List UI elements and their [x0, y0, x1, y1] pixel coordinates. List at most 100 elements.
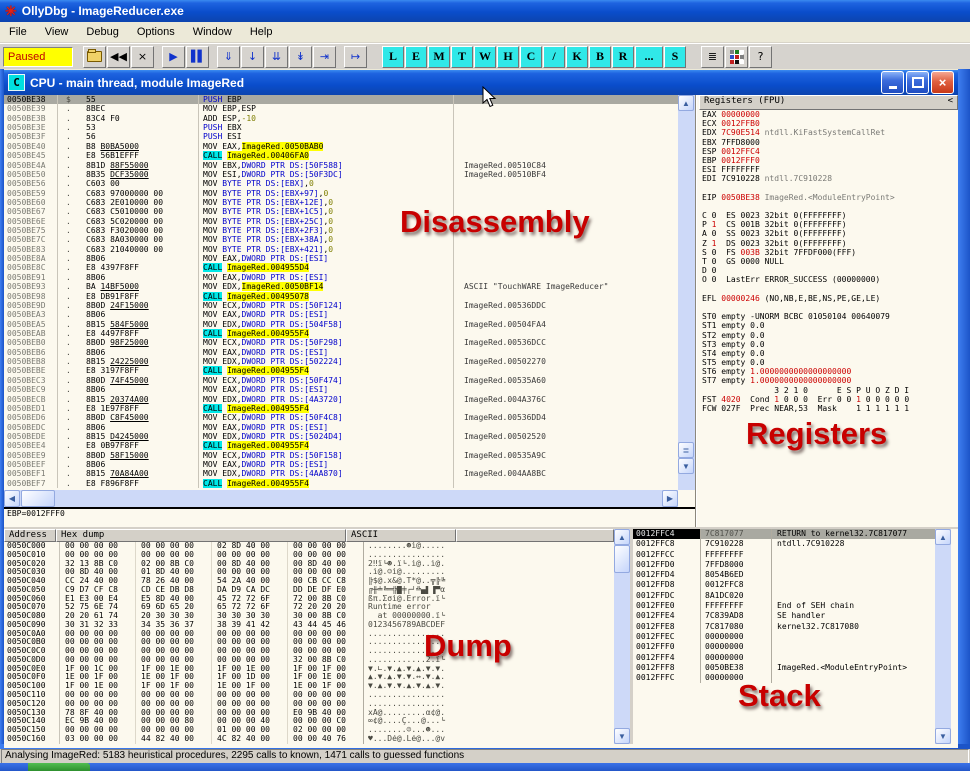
- dump-row[interactable]: 0050C09030 31 32 3334 35 36 3738 39 41 4…: [4, 621, 614, 630]
- menu-item-view[interactable]: View: [36, 24, 78, 40]
- panel-button-r[interactable]: R: [612, 46, 634, 68]
- vscroll-thumb[interactable]: [614, 545, 630, 573]
- scroll-down-icon[interactable]: ▼: [678, 458, 694, 474]
- registers-header[interactable]: Registers (FPU) <: [699, 95, 958, 110]
- hscroll-thumb[interactable]: [21, 490, 55, 507]
- disassembly-row[interactable]: 0050BE45.E8 56B1EFFFCALL ImageRed.00406F…: [4, 151, 678, 160]
- menu-item-file[interactable]: File: [0, 24, 36, 40]
- dump-vscrollbar[interactable]: ▲ ▼: [614, 529, 630, 744]
- scroll-down-icon[interactable]: ▼: [935, 728, 951, 744]
- disassembly-row[interactable]: 0050BE38$55PUSH EBP: [4, 95, 678, 104]
- menu-item-debug[interactable]: Debug: [77, 24, 127, 40]
- register-line[interactable]: FST 4020 Cond 1 0 0 0 Err 0 0 1 0 0 0 0 …: [699, 395, 958, 404]
- dump-row[interactable]: 0050C03000 8D 40 0001 8D 40 0000 00 00 0…: [4, 568, 614, 577]
- stack-vscrollbar[interactable]: ▲ ▼: [935, 529, 951, 744]
- close-program-icon[interactable]: ×: [131, 46, 154, 68]
- stack-row[interactable]: 0012FFF80050BE38ImageRed.<ModuleEntryPoi…: [633, 663, 935, 673]
- disassembly-row[interactable]: 0050BE83.C683 21040000 00MOV BYTE PTR DS…: [4, 245, 678, 254]
- register-line[interactable]: ST0 empty -UNORM BCBC 01050104 00640079: [699, 312, 958, 321]
- register-line[interactable]: ST3 empty 0.0: [699, 340, 958, 349]
- appearance-icon[interactable]: [725, 46, 748, 68]
- register-line[interactable]: ST7 empty 1.0000000000000000000: [699, 376, 958, 385]
- register-line[interactable]: O 0 LastErr ERROR_SUCCESS (00000000): [699, 275, 958, 284]
- dump-row[interactable]: 0050C15000 00 00 0000 00 00 0001 00 00 0…: [4, 726, 614, 735]
- disassembly-row[interactable]: 0050BEE4.E8 0B97F8FFCALL ImageRed.004955…: [4, 441, 678, 450]
- scroll-down-icon[interactable]: ▼: [614, 728, 630, 744]
- panel-button-k[interactable]: K: [566, 46, 588, 68]
- stack-row[interactable]: 0012FFE47C839AD8SE handler: [633, 611, 935, 621]
- register-line[interactable]: S 0 FS 003B 32bit 7FFDF000(FFF): [699, 248, 958, 257]
- dump-row[interactable]: 0050C16003 00 00 0044 82 40 004C 82 40 0…: [4, 735, 614, 744]
- restore-button[interactable]: [906, 71, 929, 94]
- register-line[interactable]: [699, 202, 958, 211]
- stack-row[interactable]: 0012FFC47C817077RETURN to kernel32.7C817…: [633, 529, 935, 539]
- stack-row[interactable]: 0012FFCCFFFFFFFF: [633, 550, 935, 560]
- disassembly-row[interactable]: 0050BEDC.8B06MOV EAX,DWORD PTR DS:[ESI]: [4, 423, 678, 432]
- stack-row[interactable]: 0012FFD07FFD8000: [633, 560, 935, 570]
- dump-row[interactable]: 0050C07052 75 6E 7469 6D 65 2065 72 72 6…: [4, 603, 614, 612]
- dump-row[interactable]: 0050C0E01F 00 1C 001F 00 1E 001F 00 1E 0…: [4, 665, 614, 674]
- stack-row[interactable]: 0012FFEC00000000: [633, 632, 935, 642]
- register-line[interactable]: D 0: [699, 266, 958, 275]
- disassembly-row[interactable]: 0050BECB.8B15 20374A00MOV EDX,DWORD PTR …: [4, 395, 678, 404]
- panel-button-dots[interactable]: ...: [635, 46, 663, 68]
- scroll-up-icon[interactable]: ▲: [935, 529, 951, 545]
- dump-row[interactable]: 0050C0F01E 00 1F 001E 00 1F 001F 00 1D 0…: [4, 673, 614, 682]
- panel-button-c[interactable]: C: [520, 46, 542, 68]
- register-line[interactable]: EBX 7FFD8000: [699, 138, 958, 147]
- dump-col-hex[interactable]: Hex dump: [56, 529, 346, 542]
- stack-row[interactable]: 0012FFE0FFFFFFFFEnd of SEH chain: [633, 601, 935, 611]
- disassembly-row[interactable]: 0050BEF7.E8 F896F8FFCALL ImageRed.004955…: [4, 479, 678, 488]
- register-line[interactable]: A 0 SS 0023 32bit 0(FFFFFFFF): [699, 229, 958, 238]
- panel-button-e[interactable]: E: [405, 46, 427, 68]
- scroll-right-icon[interactable]: ▶: [662, 490, 678, 507]
- animate-into-icon[interactable]: ⇊: [265, 46, 288, 68]
- disassembly-row[interactable]: 0050BEBE.E8 3197F8FFCALL ImageRed.004955…: [4, 366, 678, 375]
- disassembly-row[interactable]: 0050BEC9.8B06MOV EAX,DWORD PTR DS:[ESI]: [4, 385, 678, 394]
- register-line[interactable]: FCW 027F Prec NEAR,53 Mask 1 1 1 1 1 1: [699, 404, 958, 413]
- disassembly-row[interactable]: 0050BEF1.8B15 70A84A00MOV EDX,DWORD PTR …: [4, 469, 678, 478]
- dump-row[interactable]: 0050C060E1 E3 00 E4E5 8D 40 0045 72 72 6…: [4, 595, 614, 604]
- disassembly-row[interactable]: 0050BE98.E8 DB91F8FFCALL ImageRed.004950…: [4, 292, 678, 301]
- panel-button-l[interactable]: L: [382, 46, 404, 68]
- register-line[interactable]: [699, 285, 958, 294]
- scroll-up-icon[interactable]: ▲: [614, 529, 630, 545]
- menu-item-options[interactable]: Options: [128, 24, 184, 40]
- panel-button-b[interactable]: B: [589, 46, 611, 68]
- disassembly-row[interactable]: 0050BEE9.8B0D 58F15000MOV ECX,DWORD PTR …: [4, 451, 678, 460]
- minimize-button[interactable]: [881, 71, 904, 94]
- help-icon[interactable]: ?: [749, 46, 772, 68]
- close-button[interactable]: ×: [931, 71, 954, 94]
- dump-row[interactable]: 0050C0D000 00 00 0000 00 00 0000 00 00 0…: [4, 656, 614, 665]
- dump-row[interactable]: 0050C11000 00 00 0000 00 00 0000 00 00 0…: [4, 691, 614, 700]
- disassembly-row[interactable]: 0050BE3F.56PUSH ESI: [4, 132, 678, 141]
- disassembly-row[interactable]: 0050BE8A.8B06MOV EAX,DWORD PTR DS:[ESI]: [4, 254, 678, 263]
- scroll-left-icon[interactable]: ◀: [4, 490, 20, 507]
- disassembly-row[interactable]: 0050BE9D.8B0D 24F15000MOV ECX,DWORD PTR …: [4, 301, 678, 310]
- go-to-icon[interactable]: ↦: [344, 46, 367, 68]
- register-line[interactable]: EFL 00000246 (NO,NB,E,BE,NS,PE,GE,LE): [699, 294, 958, 303]
- stack-row[interactable]: 0012FFE87C817080kernel32.7C817080: [633, 622, 935, 632]
- dump-row[interactable]: 0050C040CC 24 40 0078 26 40 0054 2A 40 0…: [4, 577, 614, 586]
- start-button-fragment[interactable]: [28, 763, 90, 771]
- disassembly-row[interactable]: 0050BE40.B8 B0BA5000MOV EAX,ImageRed.005…: [4, 142, 678, 151]
- disassembly-row[interactable]: 0050BE56.C603 00MOV BYTE PTR DS:[EBX],0: [4, 179, 678, 188]
- collapse-icon[interactable]: <: [948, 96, 953, 109]
- register-line[interactable]: ST6 empty 1.0000000000000000000: [699, 367, 958, 376]
- scroll-lines-icon[interactable]: ≣: [678, 442, 694, 458]
- dump-row[interactable]: 0050C140EC 9B 40 0000 00 00 8000 00 00 4…: [4, 717, 614, 726]
- dump-row[interactable]: 0050C02032 13 8B C002 00 8B C000 8D 40 0…: [4, 560, 614, 569]
- stack-row[interactable]: 0012FFDC8A1DC020: [633, 591, 935, 601]
- disassembly-row[interactable]: 0050BE50.8B35 DCF35000MOV ESI,DWORD PTR …: [4, 170, 678, 179]
- register-line[interactable]: EIP 0050BE38 ImageRed.<ModuleEntryPoint>: [699, 193, 958, 202]
- register-line[interactable]: C 0 ES 0023 32bit 0(FFFFFFFF): [699, 211, 958, 220]
- cpu-window-title-bar[interactable]: C CPU - main thread, module ImageRed ×: [4, 70, 958, 95]
- disassembly-row[interactable]: 0050BED6.8B0D C8F45000MOV ECX,DWORD PTR …: [4, 413, 678, 422]
- stack-row[interactable]: 0012FFD48054B6ED: [633, 570, 935, 580]
- register-line[interactable]: ESI FFFFFFFF: [699, 165, 958, 174]
- disassembly-row[interactable]: 0050BEB8.8B15 24225000MOV EDX,DWORD PTR …: [4, 357, 678, 366]
- panel-button-slash[interactable]: /: [543, 46, 565, 68]
- disassembly-hscrollbar[interactable]: ◀ ▶: [4, 490, 678, 507]
- register-line[interactable]: [699, 303, 958, 312]
- register-line[interactable]: EBP 0012FFF0: [699, 156, 958, 165]
